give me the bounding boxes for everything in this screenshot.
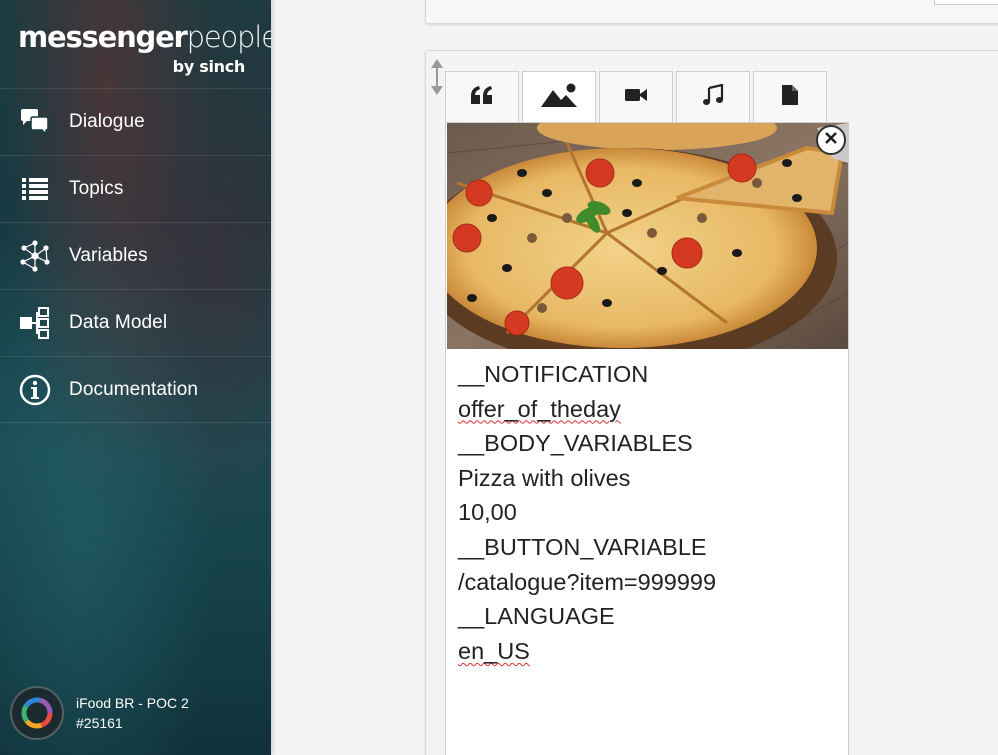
avatar bbox=[10, 686, 64, 740]
message-body-text[interactable]: __NOTIFICATION offer_of_theday __BODY_VA… bbox=[458, 357, 838, 668]
drag-handle-icon[interactable] bbox=[429, 58, 445, 96]
sidebar-item-label: Data Model bbox=[69, 312, 168, 333]
sidebar-item-label: Documentation bbox=[69, 378, 199, 400]
chat-bubbles-icon bbox=[18, 105, 52, 139]
text-line: __BUTTON_VARIABLE bbox=[458, 533, 707, 560]
sidebar-item-documentation[interactable]: Documentation bbox=[0, 356, 271, 423]
tab-text[interactable] bbox=[445, 71, 519, 123]
account-id: #25161 bbox=[76, 715, 123, 731]
hierarchy-icon bbox=[18, 306, 52, 340]
sidebar-item-label: Dialogue bbox=[69, 111, 145, 132]
text-line: en_US bbox=[458, 637, 530, 664]
sidebar-item-variables[interactable]: Variables bbox=[0, 222, 271, 289]
remove-media-button[interactable] bbox=[816, 125, 846, 155]
logo-wordmark: messengerpeople bbox=[18, 20, 271, 54]
tab-document[interactable] bbox=[753, 71, 827, 123]
sidebar-nav: Dialogue Topics Variables Data Model Doc… bbox=[0, 88, 271, 423]
top-panel-input[interactable] bbox=[934, 0, 998, 5]
tab-image[interactable] bbox=[522, 71, 596, 123]
info-icon bbox=[18, 373, 52, 407]
tab-video[interactable] bbox=[599, 71, 673, 123]
sidebar-item-label: Variables bbox=[69, 245, 148, 266]
text-line: __NOTIFICATION bbox=[458, 361, 649, 387]
sidebar-item-topics[interactable]: Topics bbox=[0, 155, 271, 222]
list-icon bbox=[18, 172, 52, 206]
sidebar-item-dialogue[interactable]: Dialogue bbox=[0, 88, 271, 155]
logo-subtitle: by sinch bbox=[172, 57, 246, 76]
close-icon bbox=[824, 131, 838, 150]
video-icon bbox=[624, 87, 648, 108]
network-icon bbox=[18, 239, 52, 273]
music-icon bbox=[702, 83, 724, 111]
logo[interactable]: messengerpeople by sinch bbox=[18, 20, 271, 80]
top-panel bbox=[425, 0, 998, 24]
text-line: __LANGUAGE bbox=[458, 603, 615, 630]
sidebar: messengerpeople by sinch Dialogue Topics… bbox=[0, 0, 271, 755]
sidebar-item-label: Topics bbox=[69, 178, 124, 199]
account-switcher[interactable]: iFood BR - POC 2 #25161 bbox=[10, 685, 189, 741]
text-line: offer_of_theday bbox=[458, 395, 621, 422]
text-line: 10,00 bbox=[458, 499, 517, 526]
document-icon bbox=[781, 84, 799, 111]
sidebar-item-data-model[interactable]: Data Model bbox=[0, 289, 271, 356]
tab-audio[interactable] bbox=[676, 71, 750, 123]
quote-icon bbox=[470, 85, 494, 110]
text-line: __BODY_VARIABLES bbox=[458, 430, 693, 457]
text-line: /catalogue?item=999999 bbox=[458, 568, 717, 595]
image-icon bbox=[540, 82, 578, 113]
account-name: iFood BR - POC 2 bbox=[76, 695, 189, 711]
account-info: iFood BR - POC 2 #25161 bbox=[76, 693, 189, 733]
media-type-tabs bbox=[445, 71, 830, 123]
text-line: Pizza with olives bbox=[458, 464, 631, 491]
account-ring-icon bbox=[21, 697, 53, 729]
pizza-image bbox=[447, 123, 848, 349]
